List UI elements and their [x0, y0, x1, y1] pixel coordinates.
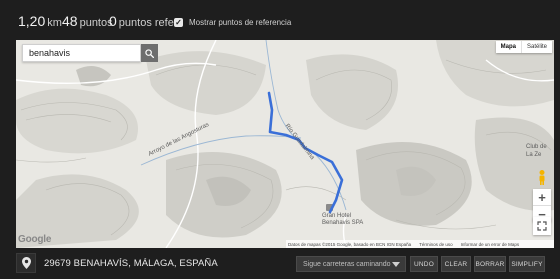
street-view-pegman[interactable]	[533, 168, 551, 186]
fullscreen-icon	[537, 221, 547, 231]
undo-button[interactable]: UNDO	[410, 256, 438, 272]
map-search-value: benahavis	[29, 48, 71, 58]
map-canvas[interactable]: Arroyo de las Angosturas Río Guadalmina …	[16, 40, 554, 248]
location-text: 29679 BENAHAVÍS, MÁLAGA, ESPAÑA	[44, 257, 218, 269]
points-stat: 48 puntos	[62, 13, 113, 31]
attribution-data: Datos de mapas ©2015 Google, basado en B…	[288, 241, 412, 247]
attribution-report-link[interactable]: Informar de un error de Maps	[461, 242, 520, 247]
reference-points-stat: 0 puntos refer.	[109, 13, 180, 31]
map-type-control: Mapa Satélite	[495, 41, 552, 53]
hotel-label: Gran Hotel Benahavis SPA	[322, 213, 363, 227]
location-pin-button[interactable]	[16, 253, 36, 273]
show-reference-points-label: Mostrar puntos de referencia	[189, 18, 292, 27]
distance-stat: 1,20 km	[18, 13, 62, 31]
show-reference-points-checkbox[interactable]: ✓	[174, 18, 183, 27]
footer-bar: 29679 BENAHAVÍS, MÁLAGA, ESPAÑA Sigue ca…	[0, 250, 560, 279]
map-search-button[interactable]	[141, 44, 158, 62]
zoom-in-button[interactable]: +	[533, 189, 551, 205]
reference-points-unit: puntos refer.	[118, 17, 180, 29]
points-unit: puntos	[79, 17, 113, 29]
stats-bar: 1,20 km 48 puntos 0 puntos refer. ✓ Mostrar…	[0, 0, 560, 40]
pegman-icon	[539, 170, 545, 185]
attribution-terms-link[interactable]: Términos de uso	[419, 242, 453, 247]
hotel-label-line1: Gran Hotel	[322, 213, 352, 219]
map-search-input[interactable]: benahavis	[22, 44, 141, 62]
map-type-satellite[interactable]: Satélite	[522, 41, 552, 53]
clear-button[interactable]: CLEAR	[441, 256, 471, 272]
route-planner-app: 1,20 km 48 puntos 0 puntos refer. ✓ Mostrar…	[0, 0, 560, 279]
distance-value: 1,20	[18, 13, 46, 29]
simplify-button[interactable]: SIMPLIFY	[509, 256, 545, 272]
route-mode-select[interactable]: Sigue carreteras caminando	[296, 256, 406, 272]
location-display: 29679 BENAHAVÍS, MÁLAGA, ESPAÑA	[16, 252, 292, 274]
google-logo: Google	[18, 234, 52, 245]
show-reference-points-toggle[interactable]: ✓ Mostrar puntos de referencia	[174, 18, 291, 27]
club-label-line2: La Ze	[526, 152, 542, 158]
distance-unit: km	[47, 17, 62, 29]
club-label: Club de La Ze	[526, 143, 547, 159]
search-icon	[145, 48, 154, 58]
map-type-map[interactable]: Mapa	[496, 41, 522, 53]
fullscreen-button[interactable]	[533, 217, 551, 235]
map-pin-icon	[21, 257, 31, 269]
reference-points-value: 0	[109, 13, 117, 29]
route-mode-value: Sigue carreteras caminando	[303, 260, 391, 268]
club-label-line1: Club de	[526, 144, 547, 150]
hotel-label-line2: Benahavis SPA	[322, 220, 364, 226]
chevron-down-icon	[392, 262, 400, 267]
points-value: 48	[62, 13, 78, 29]
delete-button[interactable]: BORRAR	[474, 256, 506, 272]
map-attribution: Datos de mapas ©2015 Google, basado en B…	[286, 240, 554, 248]
route-layer	[267, 91, 344, 214]
